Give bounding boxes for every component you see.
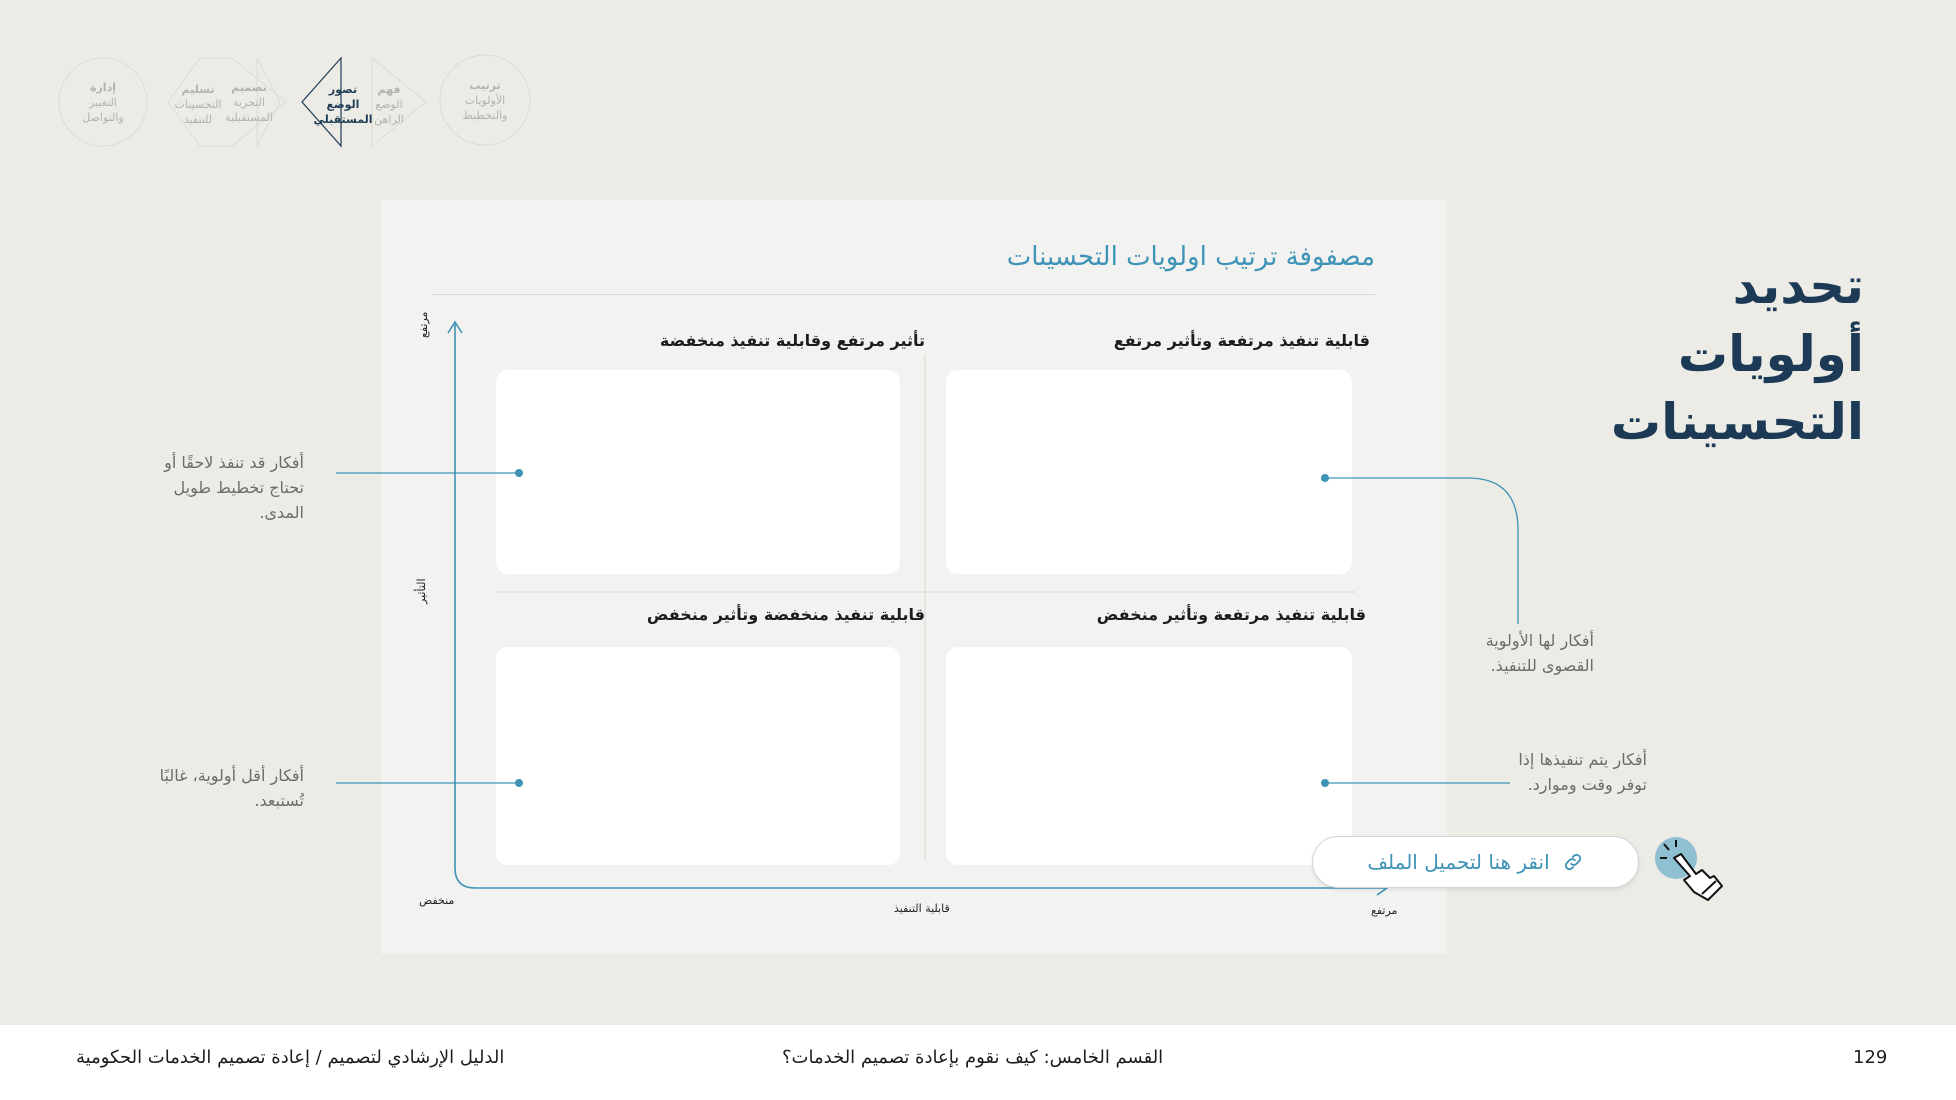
connector-right-top <box>1325 477 1519 624</box>
footer: 129 القسم الخامس: كيف نقوم بإعادة تصميم … <box>0 1025 1956 1100</box>
link-icon <box>1564 853 1581 871</box>
note-long-term-ideas: أفكار قد تنفذ لاحقًا أو تحتاج تخطيط طويل… <box>164 453 304 522</box>
page-number: 129 <box>1853 1047 1888 1068</box>
note-low-priority-ideas: أفكار أقل أولوية، غالبًا تُستبعد. <box>159 766 304 810</box>
connector-dot <box>1321 474 1329 482</box>
footer-guide-title: الدليل الإرشادي لتصميم / إعادة تصميم الخ… <box>76 1047 505 1068</box>
download-file-button[interactable]: انقر هنا لتحميل الملف <box>1312 836 1639 888</box>
download-label: انقر هنا لتحميل الملف <box>1367 850 1550 874</box>
note-if-resources-ideas: أفكار يتم تنفيذها إذا توفر وقت وموارد. <box>1518 750 1647 794</box>
connector-dot <box>1321 779 1329 787</box>
annotation-connectors <box>336 469 1519 787</box>
connector-dot <box>515 469 523 477</box>
pointer-hand-icon <box>1655 837 1723 901</box>
connector-dot <box>515 779 523 787</box>
note-top-priority-ideas: أفكار لها الأولوية القصوى للتنفيذ. <box>1485 631 1594 675</box>
footer-section-title: القسم الخامس: كيف نقوم بإعادة تصميم الخد… <box>782 1047 1164 1068</box>
